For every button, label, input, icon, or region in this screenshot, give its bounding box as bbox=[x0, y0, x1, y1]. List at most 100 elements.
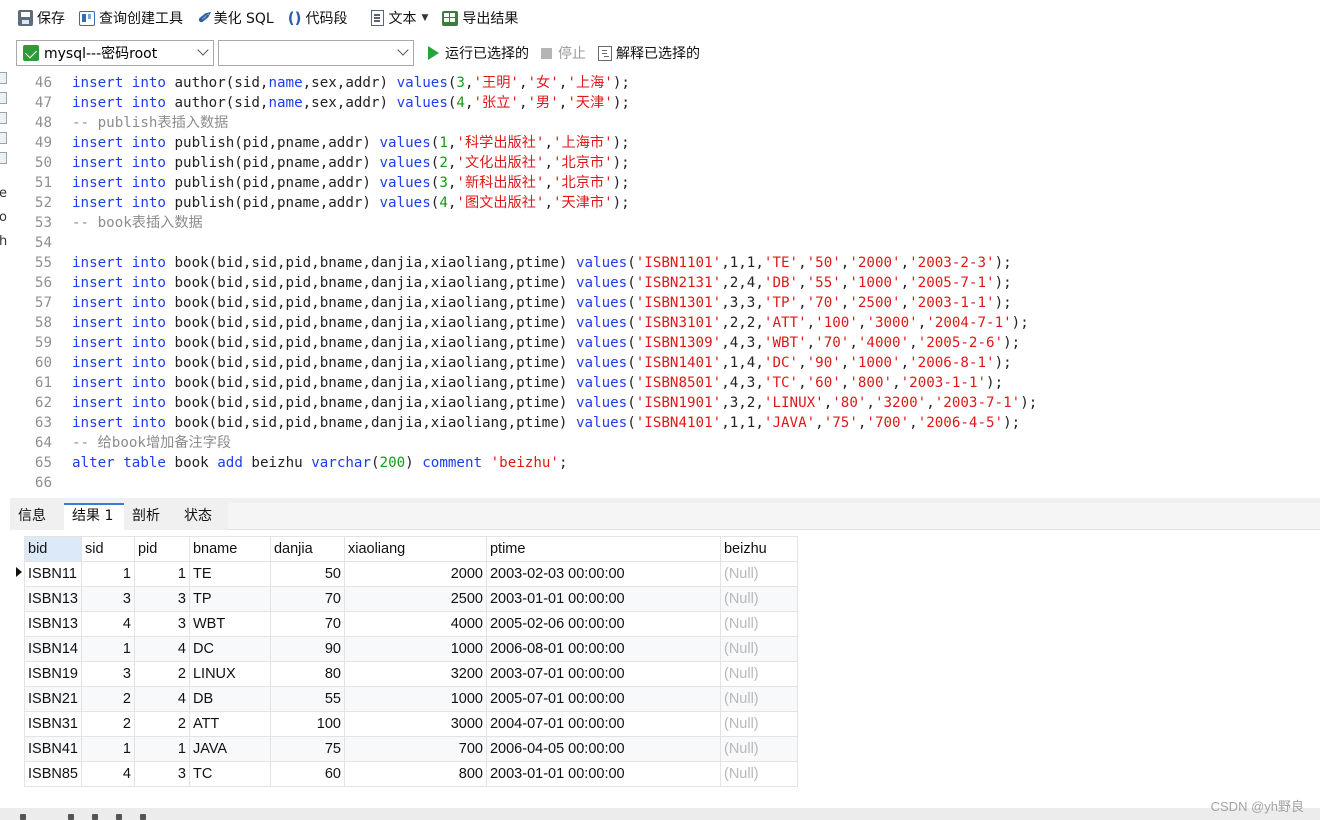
text-mode-button[interactable]: 文本 ▼ bbox=[367, 4, 432, 32]
cell-xiaoliang[interactable]: 800 bbox=[343, 761, 487, 787]
cell-bname[interactable]: DC bbox=[188, 636, 271, 662]
code-line[interactable]: 55 insert into book(bid,sid,pid,bname,dan… bbox=[10, 253, 1320, 273]
cell-danjia[interactable]: 100 bbox=[269, 711, 345, 737]
cell-pid[interactable]: 2 bbox=[133, 661, 190, 687]
cell-sid[interactable]: 3 bbox=[80, 586, 135, 612]
code-line[interactable]: 59 insert into book(bid,sid,pid,bname,dan… bbox=[10, 333, 1320, 353]
column-header-bname[interactable]: bname bbox=[188, 536, 271, 562]
cell-beizhu[interactable]: (Null) bbox=[719, 636, 798, 662]
cell-xiaoliang[interactable]: 3000 bbox=[343, 711, 487, 737]
cell-danjia[interactable]: 50 bbox=[269, 561, 345, 587]
code-line[interactable]: 64 -- 给book增加备注字段 bbox=[10, 433, 1320, 453]
cell-ptime[interactable]: 2006-04-05 00:00:00 bbox=[485, 736, 721, 762]
cell-sid[interactable]: 3 bbox=[80, 661, 135, 687]
cell-danjia[interactable]: 60 bbox=[269, 761, 345, 787]
cell-xiaoliang[interactable]: 2500 bbox=[343, 586, 487, 612]
cell-danjia[interactable]: 80 bbox=[269, 661, 345, 687]
query-builder-button[interactable]: 查询创建工具 bbox=[75, 4, 187, 32]
code-line[interactable]: 49 insert into publish(pid,pname,addr) va… bbox=[10, 133, 1320, 153]
cell-bname[interactable]: TP bbox=[188, 586, 271, 612]
column-header-bid[interactable]: bid bbox=[24, 536, 82, 562]
connection-select[interactable]: mysql---密码root bbox=[16, 40, 214, 66]
cell-sid[interactable]: 2 bbox=[80, 686, 135, 712]
tab-status[interactable]: 状态 bbox=[176, 503, 228, 530]
column-header-xiaoliang[interactable]: xiaoliang bbox=[343, 536, 487, 562]
code-line[interactable]: 56 insert into book(bid,sid,pid,bname,dan… bbox=[10, 273, 1320, 293]
cell-pid[interactable]: 3 bbox=[133, 611, 190, 637]
cell-xiaoliang[interactable]: 1000 bbox=[343, 636, 487, 662]
table-row[interactable]: ISBN13 3 3 TP 70 2500 2003-01-01 00:00:00 (Null… bbox=[24, 586, 798, 612]
code-line[interactable]: 58 insert into book(bid,sid,pid,bname,dan… bbox=[10, 313, 1320, 333]
table-row[interactable]: ISBN31 2 2 ATT 100 3000 2004-07-01 00:00:00 (Nu… bbox=[24, 711, 798, 737]
table-row[interactable]: ISBN85 4 3 TC 60 800 2003-01-01 00:00:00 (Null) bbox=[24, 761, 798, 787]
cell-xiaoliang[interactable]: 4000 bbox=[343, 611, 487, 637]
cell-beizhu[interactable]: (Null) bbox=[719, 686, 798, 712]
cell-ptime[interactable]: 2006-08-01 00:00:00 bbox=[485, 636, 721, 662]
cell-bid[interactable]: ISBN13 bbox=[24, 611, 82, 637]
cell-ptime[interactable]: 2003-01-01 00:00:00 bbox=[485, 586, 721, 612]
cell-bid[interactable]: ISBN13 bbox=[24, 586, 82, 612]
tab-info[interactable]: 信息 bbox=[10, 503, 64, 530]
column-header-ptime[interactable]: ptime bbox=[485, 536, 721, 562]
code-line[interactable]: 51 insert into publish(pid,pname,addr) va… bbox=[10, 173, 1320, 193]
code-line[interactable]: 48 -- publish表插入数据 bbox=[10, 113, 1320, 133]
code-line[interactable]: 61 insert into book(bid,sid,pid,bname,dan… bbox=[10, 373, 1320, 393]
cell-bid[interactable]: ISBN21 bbox=[24, 686, 82, 712]
cell-sid[interactable]: 1 bbox=[80, 561, 135, 587]
cell-bname[interactable]: WBT bbox=[188, 611, 271, 637]
cell-danjia[interactable]: 90 bbox=[269, 636, 345, 662]
export-results-button[interactable]: 导出结果 bbox=[438, 4, 522, 32]
cell-ptime[interactable]: 2004-07-01 00:00:00 bbox=[485, 711, 721, 737]
cell-beizhu[interactable]: (Null) bbox=[719, 661, 798, 687]
explain-selected-button[interactable]: 解释已选择的 bbox=[598, 43, 700, 63]
cell-beizhu[interactable]: (Null) bbox=[719, 736, 798, 762]
cell-bid[interactable]: ISBN19 bbox=[24, 661, 82, 687]
cell-danjia[interactable]: 55 bbox=[269, 686, 345, 712]
cell-bname[interactable]: DB bbox=[188, 686, 271, 712]
tab-profile[interactable]: 剖析 bbox=[124, 503, 176, 530]
cell-ptime[interactable]: 2003-01-01 00:00:00 bbox=[485, 761, 721, 787]
code-line[interactable]: 60 insert into book(bid,sid,pid,bname,dan… bbox=[10, 353, 1320, 373]
table-row[interactable]: ISBN19 3 2 LINUX 80 3200 2003-07-01 00:00:00 (N… bbox=[24, 661, 798, 687]
cell-bid[interactable]: ISBN41 bbox=[24, 736, 82, 762]
cell-xiaoliang[interactable]: 3200 bbox=[343, 661, 487, 687]
cell-beizhu[interactable]: (Null) bbox=[719, 586, 798, 612]
table-row[interactable]: ISBN13 4 3 WBT 70 4000 2005-02-06 00:00:00 (Nul… bbox=[24, 611, 798, 637]
cell-ptime[interactable]: 2003-02-03 00:00:00 bbox=[485, 561, 721, 587]
cell-ptime[interactable]: 2005-02-06 00:00:00 bbox=[485, 611, 721, 637]
cell-bid[interactable]: ISBN31 bbox=[24, 711, 82, 737]
cell-sid[interactable]: 2 bbox=[80, 711, 135, 737]
code-line[interactable]: 53 -- book表插入数据 bbox=[10, 213, 1320, 233]
cell-bname[interactable]: TC bbox=[188, 761, 271, 787]
cell-sid[interactable]: 4 bbox=[80, 761, 135, 787]
save-button[interactable]: 保存 bbox=[14, 4, 69, 32]
code-line[interactable]: 57 insert into book(bid,sid,pid,bname,dan… bbox=[10, 293, 1320, 313]
code-line[interactable]: 65 alter table book add beizhu varchar(20… bbox=[10, 453, 1320, 473]
code-line[interactable]: 66 bbox=[10, 473, 1320, 493]
cell-ptime[interactable]: 2005-07-01 00:00:00 bbox=[485, 686, 721, 712]
stop-button[interactable]: 停止 bbox=[541, 43, 586, 63]
code-line[interactable]: 62 insert into book(bid,sid,pid,bname,dan… bbox=[10, 393, 1320, 413]
column-header-pid[interactable]: pid bbox=[133, 536, 190, 562]
cell-ptime[interactable]: 2003-07-01 00:00:00 bbox=[485, 661, 721, 687]
cell-danjia[interactable]: 70 bbox=[269, 586, 345, 612]
code-line[interactable]: 54 bbox=[10, 233, 1320, 253]
column-header-beizhu[interactable]: beizhu bbox=[719, 536, 798, 562]
beautify-sql-button[interactable]: ✐ 美化 SQL bbox=[193, 4, 278, 32]
table-row[interactable]: ISBN21 2 4 DB 55 1000 2005-07-01 00:00:00 (Null… bbox=[24, 686, 798, 712]
code-line[interactable]: 47 insert into author(sid,name,sex,addr) … bbox=[10, 93, 1320, 113]
cell-bname[interactable]: LINUX bbox=[188, 661, 271, 687]
cell-sid[interactable]: 4 bbox=[80, 611, 135, 637]
cell-bname[interactable]: ATT bbox=[188, 711, 271, 737]
result-grid[interactable]: bid sid pid bname danjia xiaoliang ptime beizhu… bbox=[24, 536, 798, 787]
column-header-sid[interactable]: sid bbox=[80, 536, 135, 562]
run-selected-button[interactable]: 运行已选择的 bbox=[428, 43, 529, 63]
cell-bid[interactable]: ISBN14 bbox=[24, 636, 82, 662]
code-line[interactable]: 50 insert into publish(pid,pname,addr) va… bbox=[10, 153, 1320, 173]
tab-result-1[interactable]: 结果 1 bbox=[64, 503, 124, 530]
cell-beizhu[interactable]: (Null) bbox=[719, 611, 798, 637]
sql-editor[interactable]: 46 insert into author(sid,name,sex,addr) … bbox=[10, 73, 1320, 498]
cell-beizhu[interactable]: (Null) bbox=[719, 561, 798, 587]
cell-xiaoliang[interactable]: 2000 bbox=[343, 561, 487, 587]
code-line[interactable]: 52 insert into publish(pid,pname,addr) va… bbox=[10, 193, 1320, 213]
